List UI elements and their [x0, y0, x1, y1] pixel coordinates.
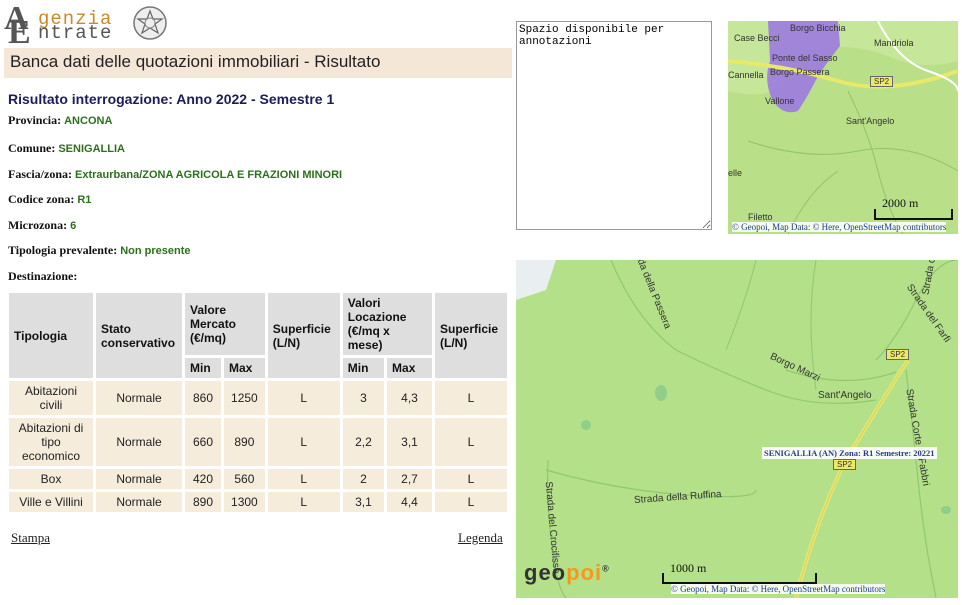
field-provincia: Provincia: ANCONA: [8, 113, 113, 127]
map-label: Borgo Bicchia: [790, 23, 846, 33]
cell-vm-min: 890: [185, 492, 222, 512]
cell-tipologia: Abitazioni civili: [9, 381, 93, 415]
cell-superficie: L: [435, 492, 507, 512]
map-label: Mandriola: [874, 38, 914, 48]
map-label: Borgo Passera: [770, 67, 830, 77]
stampa-link[interactable]: Stampa: [11, 530, 50, 546]
republic-emblem-icon: [133, 6, 167, 40]
map-label: Filetto: [748, 212, 773, 222]
cell-vl-min: 2: [342, 469, 385, 489]
zone-label: SENIGALLIA (AN) Zona: R1 Semestre: 20221: [762, 447, 937, 459]
map-label: Case Becci: [734, 33, 780, 43]
tipologia-prevalente-value: Non presente: [120, 245, 191, 257]
quotation-table: Tipologia Stato conservativo Valore Merc…: [6, 290, 510, 515]
road-badge: SP2: [833, 459, 857, 470]
detail-map-graphic: [516, 260, 958, 598]
table-header-row: Tipologia Stato conservativo Valore Merc…: [9, 293, 507, 378]
cell-vl-min: 2,2: [342, 418, 385, 466]
page-banner: Banca dati delle quotazioni immobiliari …: [4, 48, 512, 78]
cell-stato: Normale: [96, 418, 182, 466]
legenda-link[interactable]: Legenda: [458, 530, 503, 546]
cell-vm-min: 860: [185, 381, 222, 415]
cell-vm-min: 420: [185, 469, 222, 489]
cell-vl-max: 4,4: [387, 492, 432, 512]
cell-vl-min: 3: [342, 381, 385, 415]
codice-zona-value: R1: [77, 194, 92, 206]
notes-textarea[interactable]: Spazio disponibile per annotazioni: [516, 21, 712, 230]
overview-map[interactable]: Borgo Bicchia Case Becci Mandriola Ponte…: [728, 21, 958, 234]
map-label: Vallone: [765, 96, 795, 106]
road-badge: SP2: [886, 349, 910, 360]
map-label: Cannella: [728, 70, 764, 80]
geopoi-logo: geopoi®: [524, 560, 610, 585]
provincia-value: ANCONA: [64, 115, 113, 127]
header-stato: Stato conservativo: [96, 293, 182, 378]
map-attribution: © Geopoi, Map Data: © Here, OpenStreetMa…: [732, 222, 947, 232]
cell-tipologia: Abitazioni di tipo economico: [9, 418, 93, 466]
cell-vm-max: 1300: [224, 492, 265, 512]
cell-stato: Normale: [96, 381, 182, 415]
cell-tipologia: Box: [9, 469, 93, 489]
logo-letter-e: E: [8, 14, 31, 51]
cell-superficie: L: [435, 418, 507, 466]
header-valore-mercato: Valore Mercato (€/mq): [185, 293, 265, 355]
cell-vl-max: 3,1: [387, 418, 432, 466]
header-superficie: Superficie (L/N): [267, 293, 340, 378]
fascia-zona-value: Extraurbana/ZONA AGRICOLA E FRAZIONI MIN…: [75, 169, 343, 181]
header-superficie: Superficie (L/N): [435, 293, 507, 378]
cell-vl-max: 2,7: [387, 469, 432, 489]
cell-vm-min: 660: [185, 418, 222, 466]
result-title: Risultato interrogazione: Anno 2022 - Se…: [8, 91, 335, 107]
agenzia-entrate-logo: A genzia E ntrate: [4, 2, 169, 50]
field-microzona: Microzona: 6: [8, 218, 77, 232]
header-tipologia: Tipologia: [9, 293, 93, 378]
cell-superficie: L: [267, 418, 340, 466]
overview-map-graphic: [728, 21, 958, 234]
cell-superficie: L: [267, 469, 340, 489]
header-valori-locazione: Valori Locazione (€/mq x mese): [342, 293, 432, 355]
map-label: Sant'Angelo: [818, 390, 872, 401]
cell-superficie: L: [267, 492, 340, 512]
cell-tipologia: Ville e Villini: [9, 492, 93, 512]
header-min: Min: [185, 358, 222, 378]
table-row: Ville e Villini Normale 890 1300 L 3,1 4…: [9, 492, 507, 512]
cell-vl-max: 4,3: [387, 381, 432, 415]
cell-stato: Normale: [96, 492, 182, 512]
cell-vm-max: 1250: [224, 381, 265, 415]
detail-map[interactable]: Strada della Passera Strada del Farfi Bo…: [516, 260, 958, 598]
table-row: Box Normale 420 560 L 2 2,7 L: [9, 469, 507, 489]
cell-vl-min: 3,1: [342, 492, 385, 512]
cell-superficie: L: [435, 381, 507, 415]
field-codice-zona: Codice zona: R1: [8, 192, 92, 206]
field-comune: Comune: SENIGALLIA: [8, 141, 125, 155]
logo-word-ntrate: ntrate: [38, 22, 113, 44]
map-label: Ponte del Sasso: [772, 53, 838, 63]
cell-superficie: L: [435, 469, 507, 489]
header-max: Max: [224, 358, 265, 378]
cell-vm-max: 890: [224, 418, 265, 466]
road-badge: SP2: [870, 76, 894, 87]
table-row: Abitazioni civili Normale 860 1250 L 3 4…: [9, 381, 507, 415]
cell-vm-max: 560: [224, 469, 265, 489]
field-fascia-zona: Fascia/zona: Extraurbana/ZONA AGRICOLA E …: [8, 167, 343, 181]
header-max: Max: [387, 358, 432, 378]
map-label: elle: [728, 168, 743, 178]
scale-bar-icon: [874, 209, 953, 220]
header-min: Min: [342, 358, 385, 378]
field-tipologia-prevalente: Tipologia prevalente: Non presente: [8, 243, 191, 257]
table-row: Abitazioni di tipo economico Normale 660…: [9, 418, 507, 466]
field-destinazione: Destinazione:: [8, 269, 78, 283]
cell-superficie: L: [267, 381, 340, 415]
map-label: Sant'Angelo: [846, 116, 895, 126]
cell-stato: Normale: [96, 469, 182, 489]
microzona-value: 6: [70, 220, 77, 232]
map-attribution: © Geopoi, Map Data: © Here, OpenStreetMa…: [671, 584, 886, 594]
comune-value: SENIGALLIA: [58, 143, 125, 155]
